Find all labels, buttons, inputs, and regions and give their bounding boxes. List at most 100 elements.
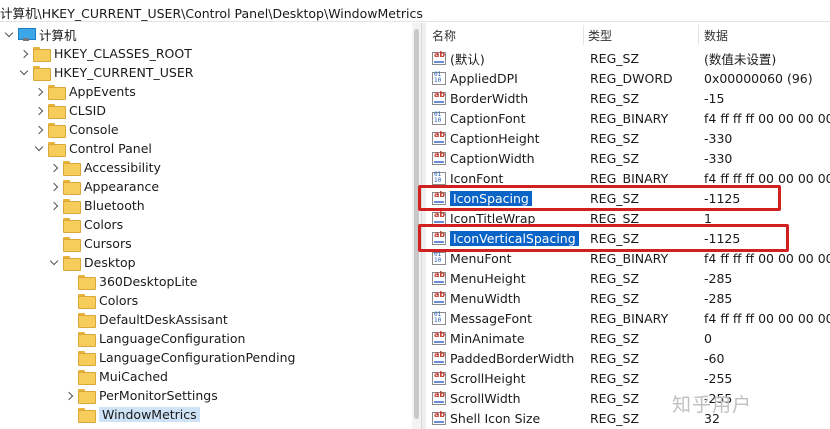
- chevron-right-icon[interactable]: [49, 163, 59, 173]
- value-type: REG_DWORD: [590, 70, 673, 86]
- tree-node[interactable]: DefaultDeskAssisant: [64, 310, 228, 329]
- tree-node-label: Control Panel: [69, 141, 152, 156]
- tree-node-label: 360DesktopLite: [99, 274, 198, 289]
- string-value-icon: [432, 90, 446, 105]
- tree-node[interactable]: Desktop: [49, 253, 136, 272]
- tree-node[interactable]: LanguageConfigurationPending: [64, 348, 295, 367]
- tree-node[interactable]: HKEY_CURRENT_USER: [19, 63, 193, 82]
- value-data: f4 ff ff ff 00 00 00 00 00: [704, 110, 830, 126]
- value-name-cell: CaptionFont: [432, 108, 586, 128]
- value-name: ScrollWidth: [450, 390, 521, 406]
- tree-node[interactable]: Colors: [49, 215, 123, 234]
- tree-node-label: Accessibility: [84, 160, 161, 175]
- tree-node[interactable]: Cursors: [49, 234, 132, 253]
- folder-icon: [78, 351, 96, 366]
- value-row[interactable]: MinAnimate REG_SZ 0: [426, 328, 830, 348]
- value-data: -285: [704, 290, 733, 306]
- value-name: BorderWidth: [450, 90, 529, 106]
- chevron-right-icon[interactable]: [34, 125, 44, 135]
- column-separator[interactable]: [583, 25, 584, 45]
- chevron-down-icon[interactable]: [34, 144, 44, 154]
- column-header-data[interactable]: 数据: [704, 23, 830, 47]
- column-header-name[interactable]: 名称: [432, 23, 582, 47]
- folder-icon: [78, 332, 96, 347]
- tree-node-label: Desktop: [84, 255, 136, 270]
- tree-node-label: Colors: [99, 293, 139, 308]
- value-row[interactable]: CaptionHeight REG_SZ -330: [426, 128, 830, 148]
- chevron-right-icon[interactable]: [64, 391, 74, 401]
- column-separator[interactable]: [698, 25, 699, 45]
- tree-node[interactable]: Console: [34, 120, 119, 139]
- tree-node[interactable]: AppEvents: [34, 82, 136, 101]
- address-bar[interactable]: 计算机\HKEY_CURRENT_USER\Control Panel\Desk…: [0, 0, 830, 22]
- tree-node-label: WindowMetrics: [99, 407, 200, 422]
- tree-node[interactable]: WindowMetrics: [64, 405, 200, 424]
- value-name: MenuWidth: [450, 290, 521, 306]
- value-name-cell: MinAnimate: [432, 328, 586, 348]
- binary-value-icon: [432, 311, 446, 325]
- tree-node[interactable]: Colors: [64, 291, 138, 310]
- address-path: 计算机\HKEY_CURRENT_USER\Control Panel\Desk…: [0, 6, 423, 21]
- column-header-type[interactable]: 类型: [588, 23, 698, 47]
- value-name: AppliedDPI: [450, 70, 518, 86]
- chevron-right-icon[interactable]: [34, 106, 44, 116]
- value-name-cell: AppliedDPI: [432, 68, 586, 88]
- value-data: (数值未设置): [704, 51, 777, 67]
- tree-node[interactable]: HKEY_CLASSES_ROOT: [19, 44, 192, 63]
- value-type: REG_SZ: [590, 350, 640, 366]
- chevron-right-icon[interactable]: [34, 87, 44, 97]
- tree-node[interactable]: Appearance: [49, 177, 159, 196]
- tree-node[interactable]: PerMonitorSettings: [64, 386, 218, 405]
- value-name-cell: BorderWidth: [432, 88, 586, 108]
- registry-tree: 计算机 HKEY_CLASSES_ROOT HKEY_CURRENT_USER App…: [0, 23, 418, 429]
- tree-node[interactable]: 360DesktopLite: [64, 272, 197, 291]
- value-name-cell: MenuHeight: [432, 268, 586, 288]
- tree-node[interactable]: Bluetooth: [49, 196, 145, 215]
- tree-node-label: Colors: [84, 217, 124, 232]
- tree-node-label: HKEY_CLASSES_ROOT: [54, 46, 192, 61]
- value-name-cell: CaptionHeight: [432, 128, 586, 148]
- chevron-right-icon[interactable]: [49, 182, 59, 192]
- tree-node[interactable]: MuiCached: [64, 367, 168, 386]
- value-row[interactable]: MessageFont REG_BINARY f4 ff ff ff 00 00 0…: [426, 308, 830, 328]
- folder-icon: [48, 85, 66, 100]
- chevron-down-icon[interactable]: [4, 30, 14, 40]
- value-type: REG_SZ: [590, 370, 640, 386]
- value-row[interactable]: CaptionWidth REG_SZ -330: [426, 148, 830, 168]
- value-name: MenuHeight: [450, 270, 526, 286]
- string-value-icon: [432, 130, 446, 145]
- tree-node[interactable]: LanguageConfiguration: [64, 329, 245, 348]
- binary-value-icon: [432, 251, 446, 265]
- value-row[interactable]: Shell Icon SizeREG_SZ32: [426, 408, 830, 428]
- value-row[interactable]: CaptionFont REG_BINARY f4 ff ff ff 00 00 0…: [426, 108, 830, 128]
- tree-node[interactable]: Accessibility: [49, 158, 161, 177]
- value-row[interactable]: PaddedBorderWidth REG_SZ -60: [426, 348, 830, 368]
- tree-node[interactable]: 计算机: [4, 25, 77, 44]
- value-row[interactable]: MenuWidth REG_SZ -285: [426, 288, 830, 308]
- value-type: REG_SZ: [590, 330, 640, 346]
- value-row[interactable]: (默认) REG_SZ (数值未设置): [426, 48, 830, 68]
- value-row[interactable]: MenuHeight REG_SZ -285: [426, 268, 830, 288]
- chevron-right-icon[interactable]: [19, 49, 29, 59]
- string-value-icon: [432, 270, 446, 285]
- tree-node-label: AppEvents: [69, 84, 136, 99]
- chevron-down-icon[interactable]: [19, 68, 29, 78]
- tree-node[interactable]: CLSID: [34, 101, 106, 120]
- string-value-icon: [432, 330, 446, 345]
- tree-node[interactable]: Control Panel: [34, 139, 152, 158]
- tree-node-label: Bluetooth: [84, 198, 145, 213]
- column-header-type-label: 类型: [588, 28, 613, 43]
- value-row[interactable]: BorderWidth REG_SZ -15: [426, 88, 830, 108]
- value-row[interactable]: AppliedDPI REG_DWORD 0x00000060 (96): [426, 68, 830, 88]
- value-type: REG_SZ: [590, 130, 640, 146]
- chevron-right-icon[interactable]: [49, 201, 59, 211]
- value-row[interactable]: ScrollWidthREG_SZ-255: [426, 388, 830, 408]
- value-type: REG_SZ: [590, 50, 640, 66]
- chevron-down-icon[interactable]: [49, 258, 59, 268]
- value-name-cell: Shell Icon Size: [432, 408, 586, 428]
- binary-value-icon: [432, 71, 446, 85]
- value-name: CaptionHeight: [450, 130, 540, 146]
- value-row[interactable]: ScrollHeight REG_SZ -255: [426, 368, 830, 388]
- string-value-icon: [432, 390, 446, 405]
- folder-icon: [78, 275, 96, 290]
